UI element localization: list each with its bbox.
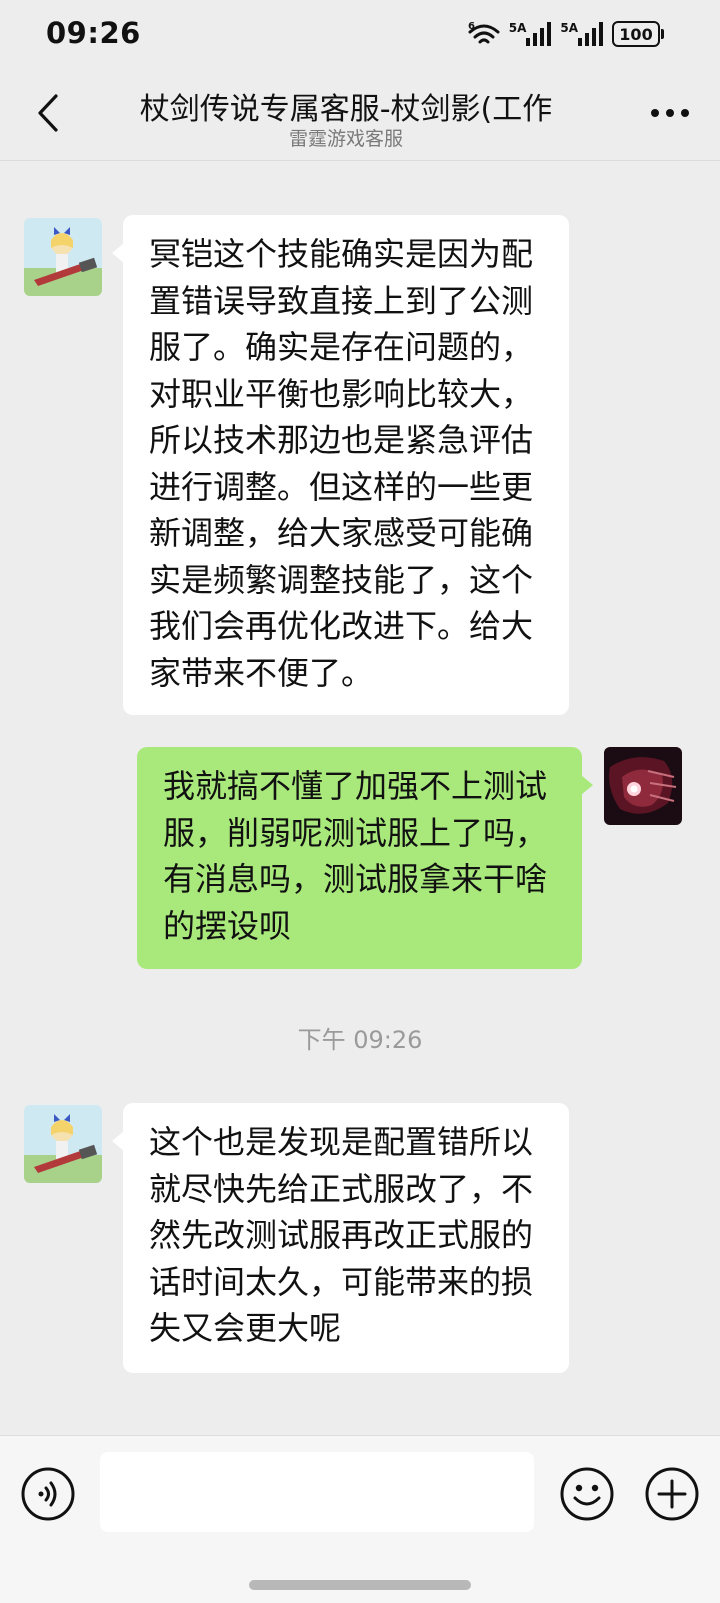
back-button[interactable]: [28, 90, 68, 136]
message-input[interactable]: [100, 1452, 534, 1532]
status-bar: 09:26 6 5A 5A 100: [0, 0, 720, 72]
plus-icon: [645, 1467, 699, 1521]
agent-avatar[interactable]: [24, 218, 102, 296]
emoji-icon: [560, 1467, 614, 1521]
signal-bars-icon: [526, 22, 552, 46]
emoji-button[interactable]: [559, 1466, 615, 1522]
home-indicator[interactable]: [249, 1580, 471, 1590]
chat-title: 杖剑传说专属客服-杖剑影(工作: [139, 92, 553, 127]
cell-signal-1: 5A: [509, 22, 553, 46]
my-avatar-image: [604, 747, 682, 825]
message-bubble[interactable]: 这个也是发现是配置错所以就尽快先给正式服改了，不然先改测试服再改正式服的话时间太…: [112, 1103, 569, 1373]
my-avatar[interactable]: [604, 747, 682, 825]
voice-button[interactable]: [20, 1466, 76, 1522]
battery-indicator: 100: [612, 21, 664, 47]
more-options-button[interactable]: [648, 98, 692, 128]
status-time: 09:26: [46, 16, 141, 50]
more-dots-icon: [651, 109, 689, 117]
cell-signal-2: 5A: [560, 22, 604, 46]
agent-avatar[interactable]: [24, 1105, 102, 1183]
agent-avatar-image: [24, 218, 102, 296]
wifi-badge: 6: [468, 21, 475, 32]
more-functions-button[interactable]: [644, 1466, 700, 1522]
message-timestamp: 下午 09:26: [297, 1026, 423, 1054]
signal-label-2: 5A: [560, 21, 578, 35]
message-bubble[interactable]: 我就搞不懂了加强不上测试服，削弱呢测试服上了吗，有消息吗，测试服拿来干啥的摆设呗: [137, 747, 593, 969]
wifi-icon: 6: [468, 21, 500, 44]
signal-bars-icon: [578, 22, 603, 46]
chat-header: 杖剑传说专属客服-杖剑影(工作 雷霆游戏客服: [0, 72, 720, 161]
chat-subtitle: 雷霆游戏客服: [288, 128, 403, 150]
chevron-left-icon: [38, 94, 58, 132]
input-bar: [0, 1435, 720, 1603]
voice-icon: [21, 1467, 75, 1521]
signal-label-1: 5A: [508, 21, 527, 35]
message-bubble[interactable]: 冥铠这个技能确实是因为配置错误导致直接上到了公测服了。确实是存在问题的，对职业平…: [112, 215, 569, 715]
status-icons: 6 5A 5A 100: [467, 20, 664, 48]
agent-avatar-image: [24, 1105, 102, 1183]
